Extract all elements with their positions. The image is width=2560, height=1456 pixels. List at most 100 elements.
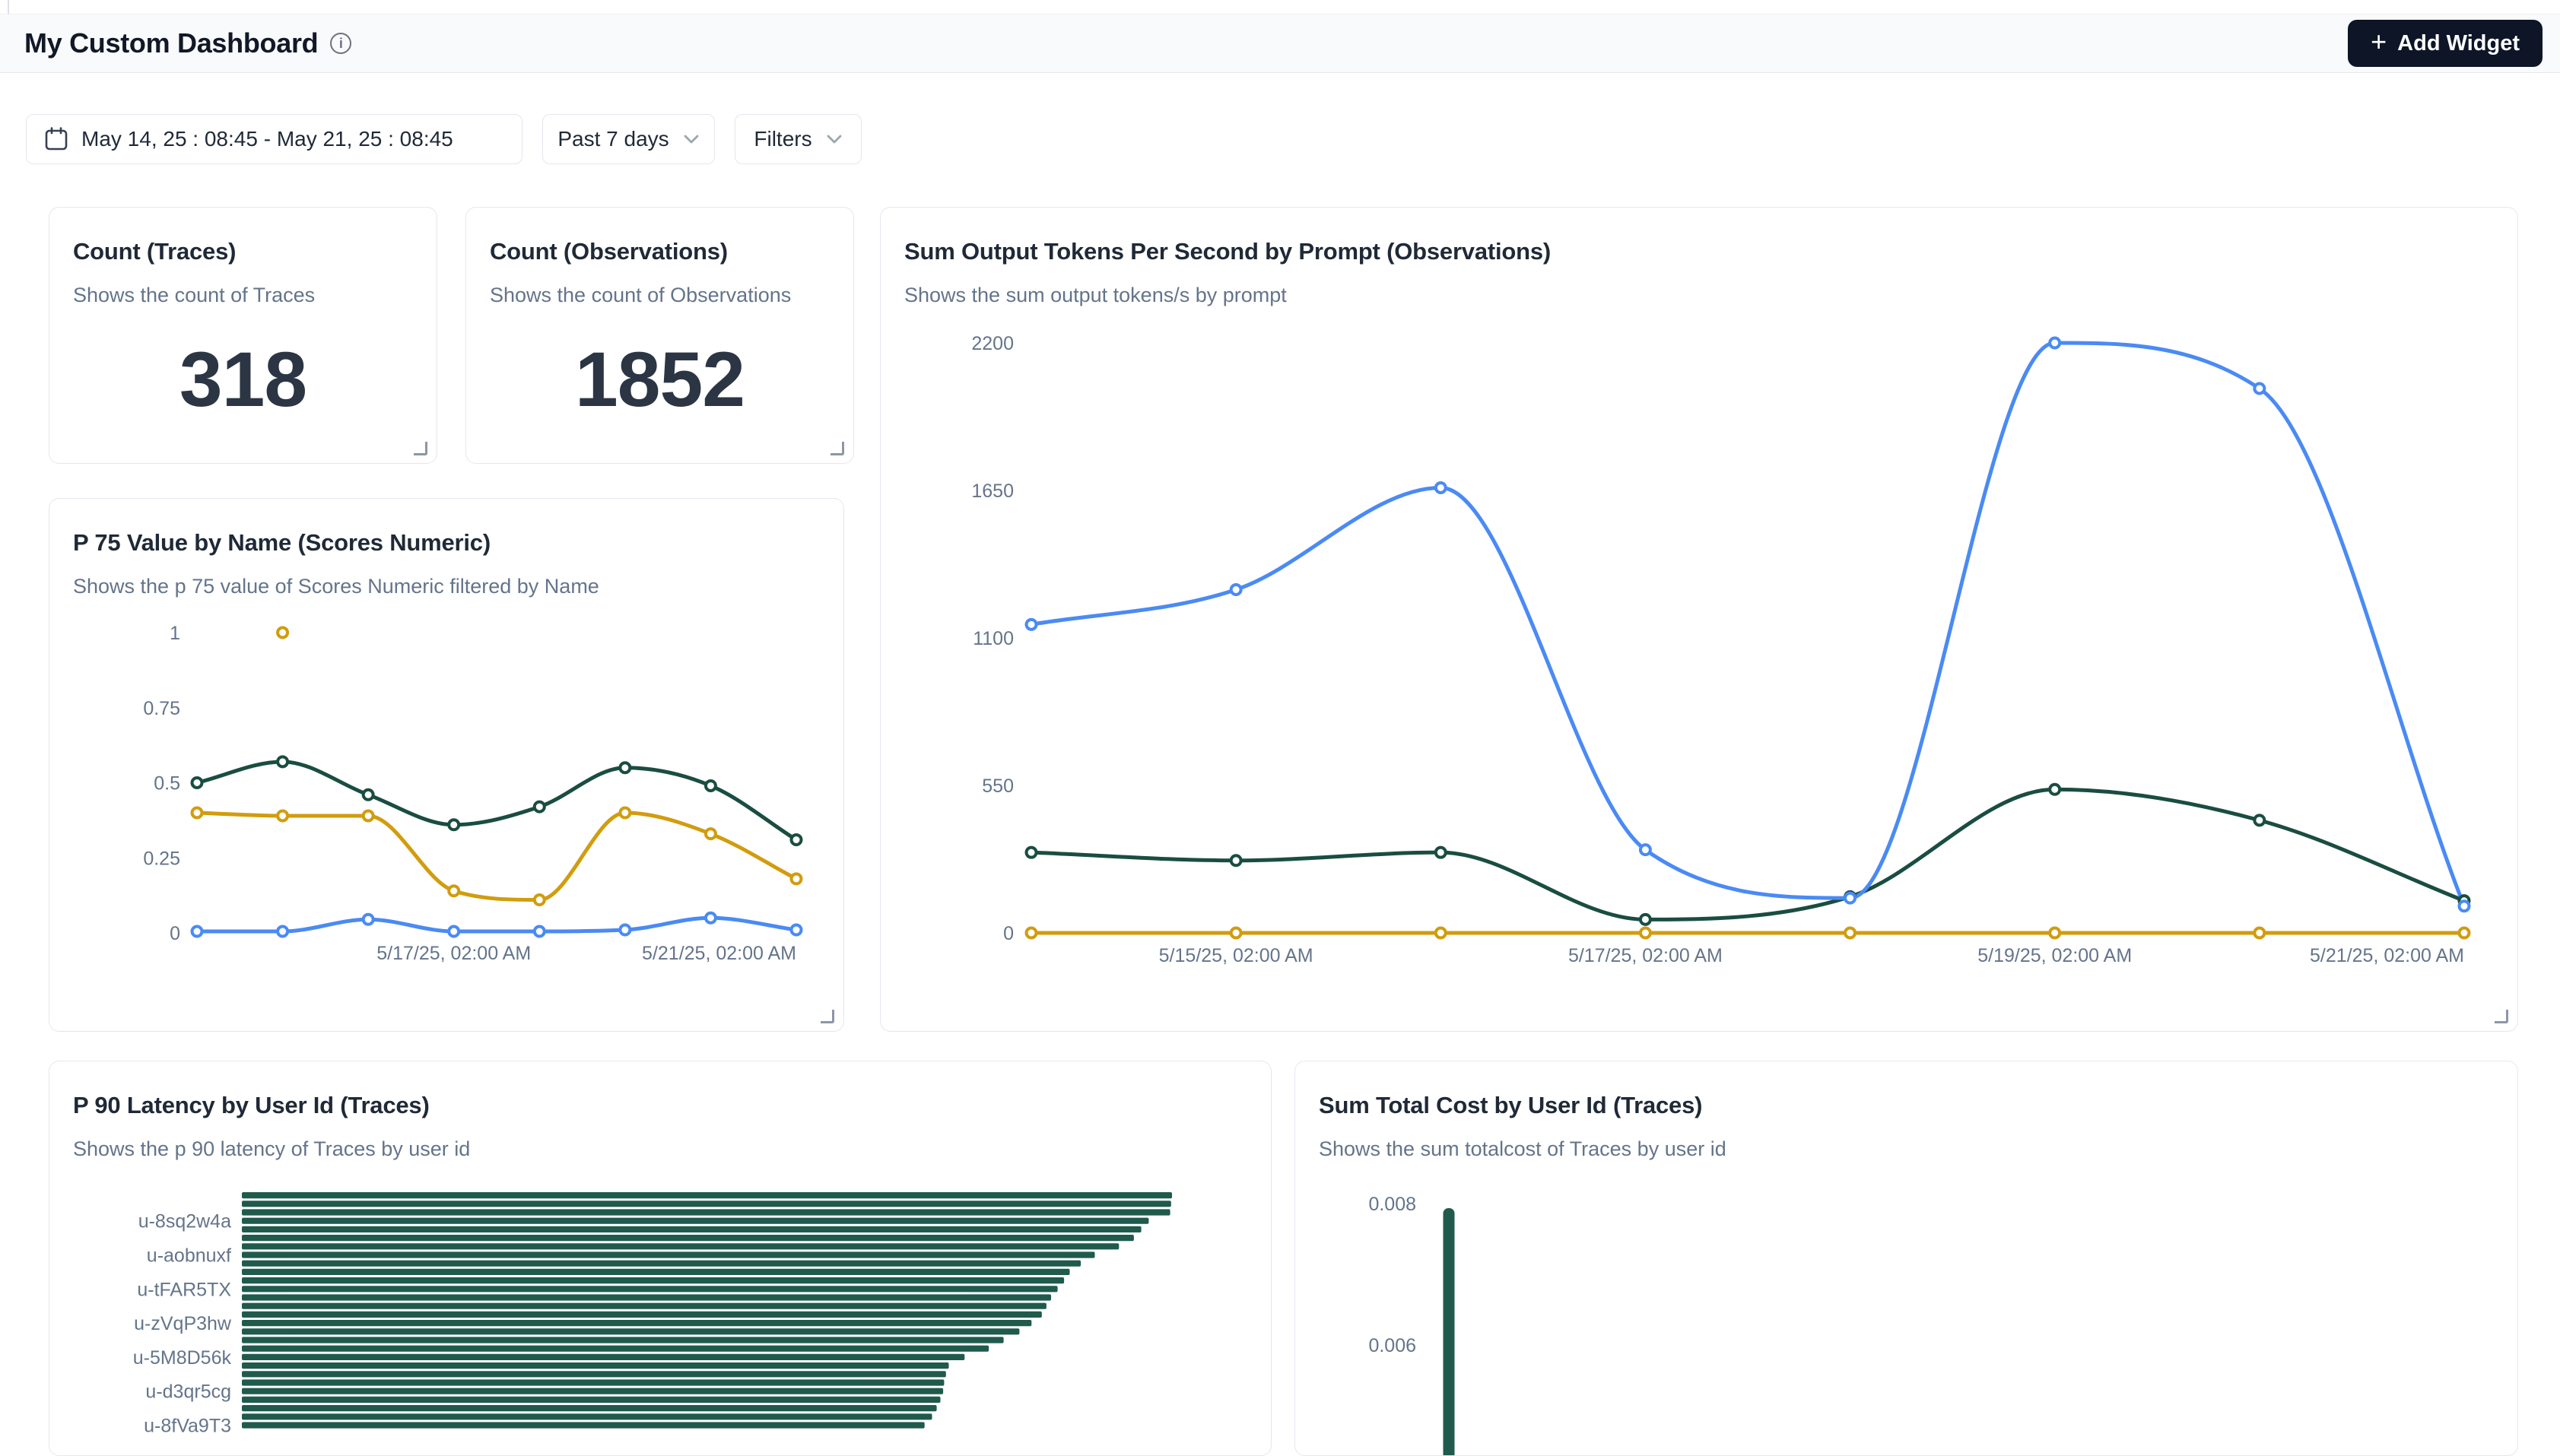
window-edge-divider [8, 0, 9, 14]
widget-tokens-per-second: Sum Output Tokens Per Second by Prompt (… [880, 207, 2518, 1032]
y-axis-tick-label: 0.25 [143, 848, 180, 869]
y-axis-tick-label: 0 [170, 923, 180, 944]
bar [242, 1218, 1148, 1224]
widget-subtitle: Shows the sum totalcost of Traces by use… [1319, 1137, 1726, 1161]
bar-row-label: u-tFAR5TX [137, 1279, 231, 1300]
data-point-marker [2050, 928, 2060, 938]
series-line [1031, 789, 2464, 919]
bar [242, 1235, 1134, 1241]
x-axis-tick-label: 5/19/25, 02:00 AM [1977, 945, 2132, 966]
bar [242, 1320, 1031, 1326]
data-point-marker [364, 915, 373, 925]
data-point-marker [791, 835, 801, 845]
bar-row-label: u-d3qr5cg [145, 1381, 231, 1403]
x-axis-tick-label: 5/15/25, 02:00 AM [1159, 945, 1313, 966]
data-point-marker [1845, 893, 1855, 903]
data-point-marker [1027, 848, 1037, 858]
count-traces-value: 318 [49, 335, 437, 424]
cost-bar-chart[interactable]: 0.0080.006 [1295, 1175, 2517, 1456]
data-point-marker [620, 808, 630, 818]
data-point-marker [1027, 928, 1037, 938]
widget-title: Count (Traces) [73, 238, 236, 265]
bar [242, 1226, 1142, 1232]
date-range-value: May 14, 25 : 08:45 - May 21, 25 : 08:45 [81, 127, 453, 151]
data-point-marker [192, 808, 202, 818]
resize-handle[interactable] [821, 1010, 834, 1023]
p75-line-chart[interactable]: 00.250.50.7515/17/25, 02:00 AM5/21/25, 0… [49, 613, 844, 1032]
y-axis-tick-label: 0.75 [143, 698, 180, 719]
data-point-marker [1845, 928, 1855, 938]
widget-title: Count (Observations) [490, 238, 728, 265]
bar-row-label: u-zVqP3hw [134, 1313, 232, 1334]
x-axis-tick-label: 5/17/25, 02:00 AM [376, 943, 531, 964]
data-point-marker [192, 778, 202, 788]
bar-row-label: u-5M8D56k [133, 1347, 232, 1369]
y-axis-tick-label: 550 [982, 776, 1014, 797]
bar [242, 1371, 946, 1377]
data-point-marker [1027, 620, 1037, 630]
data-point-marker [620, 925, 630, 935]
bar [242, 1286, 1058, 1292]
tokens-line-chart[interactable]: 05501100165022005/15/25, 02:00 AM5/17/25… [904, 314, 2508, 998]
y-axis-tick-label: 0.5 [154, 773, 180, 795]
data-point-marker [364, 810, 373, 820]
p90-hbar-chart[interactable]: u-8sq2w4au-aobnuxfu-tFAR5TXu-zVqP3hwu-5M… [49, 1183, 1271, 1456]
data-point-marker [2459, 901, 2469, 911]
data-point-marker [278, 757, 287, 766]
data-point-marker [2050, 338, 2060, 348]
data-point-marker [535, 927, 545, 937]
filters-dropdown[interactable]: Filters [735, 114, 862, 164]
data-point-marker [1231, 855, 1241, 865]
bar [242, 1388, 943, 1394]
y-axis-tick-label: 2200 [971, 333, 1014, 354]
y-axis-tick-label: 0 [1003, 923, 1014, 944]
widget-subtitle: Shows the p 75 value of Scores Numeric f… [73, 575, 599, 598]
data-point-marker [535, 802, 545, 812]
data-point-marker [791, 874, 801, 883]
widget-title: P 75 Value by Name (Scores Numeric) [73, 529, 491, 557]
y-axis-tick-label: 1 [170, 623, 180, 644]
bar [242, 1269, 1070, 1275]
bar [242, 1328, 1019, 1334]
resize-handle[interactable] [414, 442, 427, 455]
data-point-marker [535, 895, 545, 905]
data-point-marker [1231, 928, 1241, 938]
bar [242, 1277, 1064, 1283]
data-point-marker [1231, 585, 1241, 595]
data-point-marker [449, 927, 459, 937]
date-range-picker[interactable]: May 14, 25 : 08:45 - May 21, 25 : 08:45 [26, 114, 522, 164]
bar-row-label: u-8sq2w4a [138, 1211, 231, 1232]
series-line [1031, 343, 2464, 906]
bar [242, 1192, 1172, 1198]
resize-handle[interactable] [831, 442, 844, 455]
bar [242, 1422, 925, 1428]
bar [242, 1261, 1081, 1267]
info-icon[interactable]: i [330, 33, 351, 54]
chevron-down-icon [683, 134, 700, 144]
bar [242, 1312, 1042, 1318]
widget-title: Sum Total Cost by User Id (Traces) [1319, 1092, 1702, 1119]
data-point-marker [1640, 928, 1650, 938]
bar [242, 1362, 949, 1369]
widget-total-cost: Sum Total Cost by User Id (Traces) Shows… [1294, 1061, 2518, 1456]
bar [242, 1379, 944, 1385]
widget-subtitle: Shows the sum output tokens/s by prompt [904, 284, 1287, 307]
data-point-marker [1640, 915, 1650, 925]
data-point-marker [278, 927, 287, 937]
data-point-marker [706, 829, 716, 839]
add-widget-button[interactable]: + Add Widget [2348, 20, 2543, 67]
widget-count-observations: Count (Observations) Shows the count of … [465, 207, 854, 464]
data-point-marker [1436, 928, 1446, 938]
bar [242, 1397, 941, 1403]
data-point-marker [449, 886, 459, 896]
widget-count-traces: Count (Traces) Shows the count of Traces… [49, 207, 437, 464]
widget-subtitle: Shows the count of Traces [73, 284, 315, 307]
data-point-marker [620, 763, 630, 772]
resize-handle[interactable] [2495, 1010, 2508, 1023]
time-preset-dropdown[interactable]: Past 7 days [542, 114, 715, 164]
data-point-marker [192, 927, 202, 937]
widget-title: Sum Output Tokens Per Second by Prompt (… [904, 238, 1551, 265]
widget-p75-scores: P 75 Value by Name (Scores Numeric) Show… [49, 498, 844, 1032]
bar [242, 1243, 1119, 1249]
data-point-marker [364, 790, 373, 800]
